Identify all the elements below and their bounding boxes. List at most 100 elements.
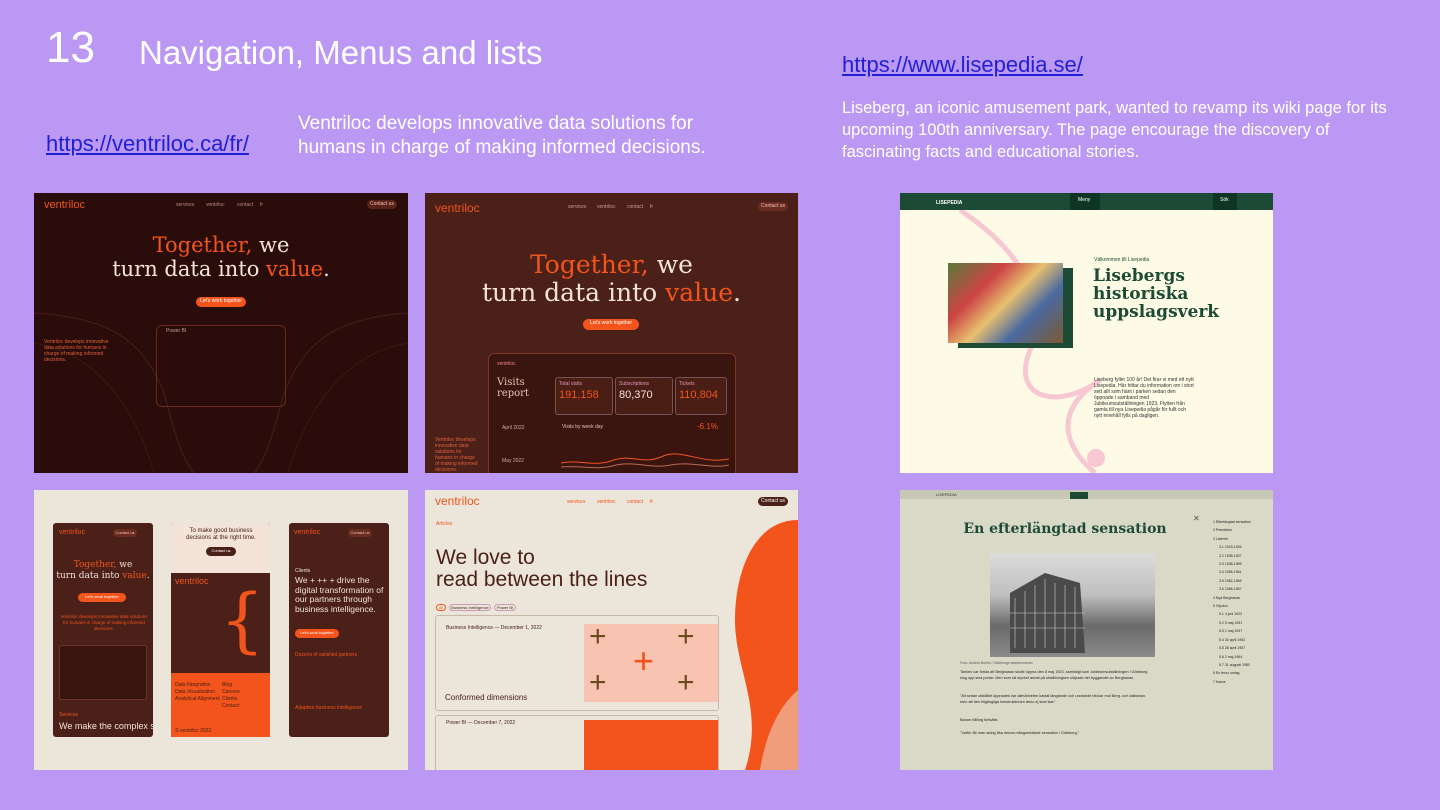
contact-button[interactable]: Contact us bbox=[758, 202, 788, 211]
toc-item[interactable]: 7 Kanse bbox=[1213, 678, 1273, 686]
section-partners: Dozens of satisfied partners bbox=[295, 652, 357, 658]
ventriloc-hero-screenshot: ventriloc services ventriloc contact fr … bbox=[34, 193, 408, 473]
plus-icon: + bbox=[677, 620, 695, 653]
cta-button[interactable]: Let's work together bbox=[78, 593, 126, 602]
contact-button[interactable]: Contact us bbox=[758, 497, 788, 506]
nav-lang[interactable]: fr bbox=[650, 499, 653, 505]
article-title: En efterlängtad sensation bbox=[963, 521, 1167, 537]
nav-services[interactable]: services bbox=[567, 499, 585, 505]
contact-button[interactable]: Contact us bbox=[113, 529, 137, 537]
menu-label: Meny bbox=[1078, 197, 1091, 203]
toc-item[interactable]: 4 Nya Bergbanan bbox=[1213, 594, 1273, 602]
month-label: May 2022 bbox=[502, 458, 524, 464]
cta-button[interactable]: Let's work together bbox=[196, 297, 246, 307]
ventriloc-link[interactable]: https://ventriloc.ca/fr/ bbox=[46, 131, 249, 157]
contact-button[interactable]: Contact us bbox=[367, 200, 397, 209]
kpi-value: 110,804 bbox=[679, 389, 718, 401]
nav-lang[interactable]: fr bbox=[650, 204, 653, 210]
toc-item[interactable]: 3.4 1956-1961 bbox=[1213, 568, 1273, 576]
article-title: Conformed dimensions bbox=[445, 693, 528, 702]
photo-structure bbox=[1010, 573, 1085, 653]
visits-chart bbox=[561, 453, 729, 469]
toc-item[interactable]: 3.2 1935-1937 bbox=[1213, 552, 1273, 560]
toc-item[interactable]: 6 En ferox umlag bbox=[1213, 669, 1273, 677]
kpi-value: 80,370 bbox=[619, 389, 653, 401]
ventriloc-dashboard-screenshot: ventriloc services ventriloc contact fr … bbox=[425, 193, 798, 473]
toc-item[interactable]: 5.3 1 maj 1947 bbox=[1213, 627, 1273, 635]
toc-item[interactable]: 5.5 28 april 1957 bbox=[1213, 644, 1273, 652]
decorative-shape bbox=[735, 520, 798, 770]
menu-item[interactable]: Clients bbox=[222, 696, 237, 702]
dashboard-logo: ventriloc bbox=[497, 361, 516, 367]
nav-services[interactable]: services bbox=[176, 202, 194, 208]
toc-item[interactable]: 3.3 1938-1955 bbox=[1213, 560, 1273, 568]
toc-item[interactable]: 3 Liserelo bbox=[1213, 535, 1273, 543]
toc-item[interactable]: 5.1 4 juni 1923 bbox=[1213, 610, 1273, 618]
logo[interactable]: LISEPEDIA bbox=[936, 200, 962, 206]
powerbi-label: Power BI bbox=[166, 328, 187, 334]
toc: 1 Efterlängtad sensation 2 Premiären 3 L… bbox=[1213, 518, 1273, 686]
menu-item[interactable]: Data Integration bbox=[175, 682, 211, 688]
toc-item[interactable]: 5.6 2 maj 1964 bbox=[1213, 653, 1273, 661]
logo[interactable]: ventriloc bbox=[59, 529, 85, 536]
toc-item[interactable]: 3.1 1923-1934 bbox=[1213, 543, 1273, 551]
hero-heading: Together, we turn data into value. bbox=[112, 233, 330, 281]
logo[interactable]: ventriloc bbox=[435, 494, 480, 508]
nav-contact[interactable]: contact bbox=[627, 204, 643, 210]
nav-contact[interactable]: contact bbox=[627, 499, 643, 505]
menu-item[interactable]: Careers bbox=[222, 689, 240, 695]
paragraph: Tanken var första att Bergbanan skulle ö… bbox=[960, 670, 1148, 680]
filter-bi[interactable]: Business Intelligence bbox=[449, 604, 491, 611]
nav-ventriloc[interactable]: ventriloc bbox=[206, 202, 225, 208]
toc-item[interactable]: 2 Premiären bbox=[1213, 526, 1273, 534]
filter-powerbi[interactable]: Power BI bbox=[494, 604, 516, 611]
logo[interactable]: ventriloc bbox=[44, 199, 85, 211]
slide-number: 13 bbox=[46, 23, 95, 72]
we-make-text: We make the complex simple bbox=[59, 721, 154, 731]
dashboard-title: Visits report bbox=[497, 377, 529, 399]
toc-item[interactable]: 3.5 1962-1965 bbox=[1213, 577, 1273, 585]
toc-item[interactable]: 5.4 30 april 1952 bbox=[1213, 636, 1273, 644]
menu-item[interactable]: Contact bbox=[222, 703, 239, 709]
nav-lang[interactable]: fr bbox=[260, 202, 263, 208]
lisepedia-link[interactable]: https://www.lisepedia.se/ bbox=[842, 52, 1083, 78]
cta-button[interactable]: Let's work together bbox=[583, 319, 639, 330]
paragraph: Banan hålling fortsätts bbox=[960, 718, 998, 722]
nav-ventriloc[interactable]: ventriloc bbox=[597, 204, 616, 210]
logo: ventriloc bbox=[175, 576, 209, 586]
hero-heading: Together, we turn data into value. bbox=[56, 560, 150, 581]
chart-title: Visits by week day bbox=[562, 424, 604, 430]
preview-frame bbox=[156, 325, 286, 407]
search-label: Sök bbox=[1220, 197, 1229, 203]
contact-button[interactable]: Contact us bbox=[206, 547, 236, 556]
ventriloc-description: Ventriloc develops innovative data solut… bbox=[298, 113, 706, 158]
nav-services[interactable]: services bbox=[568, 204, 586, 210]
toc-item[interactable]: 5 Olyckor bbox=[1213, 602, 1273, 610]
toc-item[interactable]: 5.7 31 augusti 1980 bbox=[1213, 661, 1273, 669]
menu-item[interactable]: Blog bbox=[222, 682, 232, 688]
plus-icon: + bbox=[677, 666, 695, 699]
lisepedia-home-screenshot: LISEPEDIA Meny Sök Välkommen till Lisepe… bbox=[900, 193, 1273, 473]
menu-item[interactable]: Analytical Alignment bbox=[175, 696, 220, 702]
logo[interactable]: LISEPEDIA bbox=[936, 492, 957, 498]
kpi-label: Total visits bbox=[559, 381, 583, 387]
toc-item[interactable]: 1 Efterlängtad sensation bbox=[1213, 518, 1273, 526]
menu-button[interactable] bbox=[1070, 492, 1088, 499]
business-line: To make good business decisions at the r… bbox=[186, 528, 256, 541]
toc-item[interactable]: 3.6 1966-1967 bbox=[1213, 585, 1273, 593]
cta-button[interactable]: Let's work together bbox=[295, 629, 339, 638]
logo[interactable]: ventriloc bbox=[294, 529, 320, 536]
delta-value: -6.1% bbox=[697, 422, 718, 431]
close-icon[interactable]: ✕ bbox=[1193, 514, 1200, 523]
contact-button[interactable]: Contact us bbox=[348, 529, 372, 537]
section-adaptive: Adaptive business intelligence bbox=[295, 705, 362, 711]
toc-item[interactable]: 5.2 5 maj 1931 bbox=[1213, 619, 1273, 627]
menu-item[interactable]: Data Visualization bbox=[175, 689, 215, 695]
hero-photo bbox=[948, 263, 1063, 343]
filter-all[interactable]: All bbox=[436, 604, 446, 611]
nav-ventriloc[interactable]: ventriloc bbox=[597, 499, 616, 505]
logo[interactable]: ventriloc bbox=[435, 201, 480, 215]
nav-contact[interactable]: contact bbox=[237, 202, 253, 208]
lisepedia-description: Liseberg, an iconic amusement park, want… bbox=[842, 99, 1387, 161]
footer-text: © ventriloc 2023 bbox=[175, 728, 212, 734]
